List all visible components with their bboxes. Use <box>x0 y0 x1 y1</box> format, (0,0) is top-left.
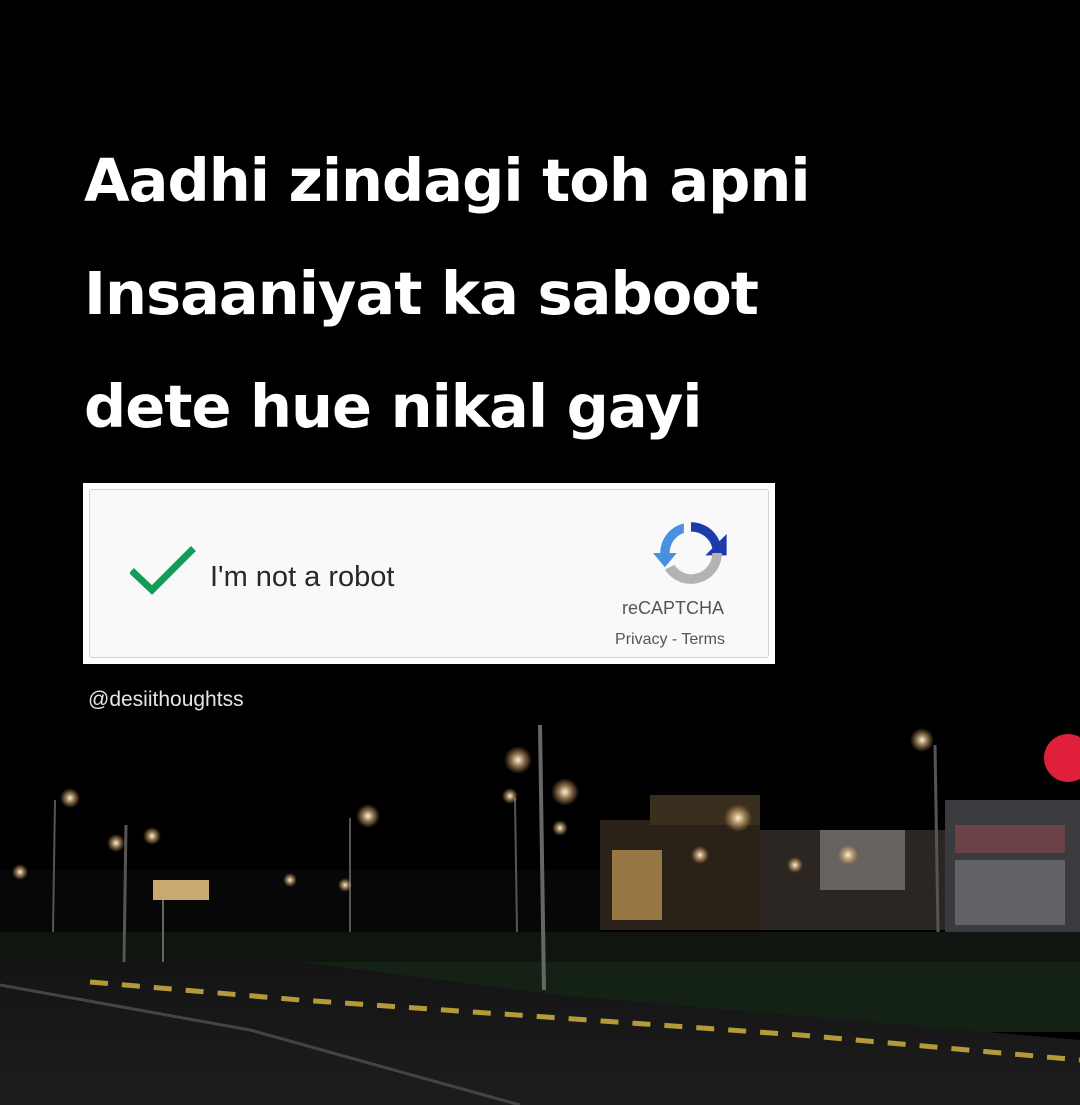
recaptcha-links: Privacy - Terms <box>590 631 750 649</box>
not-a-robot-label: I'm not a robot <box>210 561 395 593</box>
checkmark-icon[interactable] <box>130 545 196 597</box>
recaptcha-brand: reCAPTCHA <box>621 598 724 618</box>
recaptcha-logo-icon <box>653 522 727 584</box>
meme-canvas: Aadhi zindagi toh apni Insaaniyat ka sab… <box>0 0 1080 1105</box>
night-street-photo <box>0 700 1080 1105</box>
links-separator: - <box>667 631 682 648</box>
terms-link[interactable]: Terms <box>681 631 725 648</box>
meme-headline: Aadhi zindagi toh apni Insaaniyat ka sab… <box>84 124 1024 463</box>
headline-line-3: dete hue nikal gayi <box>84 372 703 441</box>
privacy-link[interactable]: Privacy <box>615 631 667 648</box>
headline-line-2: Insaaniyat ka saboot <box>84 259 759 328</box>
watermark-handle: @desiithoughtss <box>88 688 244 711</box>
recaptcha-widget: I'm not a robot reCAPTCHA Privacy - Term… <box>83 483 775 664</box>
headline-line-1: Aadhi zindagi toh apni <box>84 146 811 215</box>
recaptcha-box: I'm not a robot reCAPTCHA Privacy - Term… <box>89 489 769 658</box>
